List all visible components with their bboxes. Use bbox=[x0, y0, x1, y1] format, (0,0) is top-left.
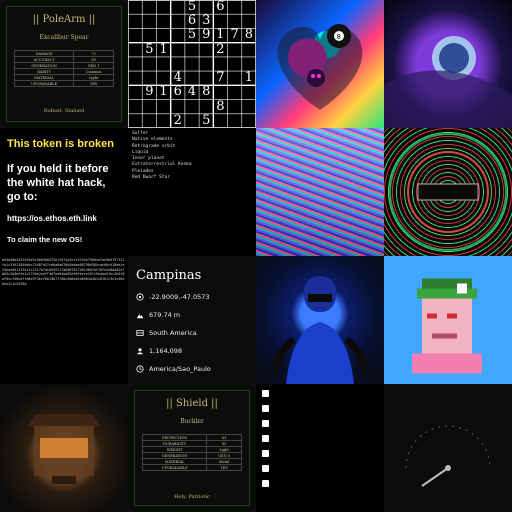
concentric-rings-artwork[interactable] bbox=[384, 128, 512, 256]
sudoku-cell[interactable]: 2 bbox=[171, 113, 185, 128]
hex-blob[interactable]: e64d48d4451616e5c5b69b8475e1fd74d1efc3f3… bbox=[0, 256, 128, 384]
die-icon bbox=[262, 480, 269, 487]
sudoku-cell[interactable]: 1 bbox=[156, 42, 170, 57]
card-subtitle: Buckler bbox=[180, 418, 204, 425]
die-icon bbox=[262, 465, 269, 472]
sudoku-cell[interactable]: 9 bbox=[199, 28, 213, 42]
sudoku-cell[interactable]: 8 bbox=[199, 85, 213, 99]
token-link[interactable]: https://os.ethos.eth.link bbox=[7, 214, 121, 223]
card-footer: Holy, Patriotic bbox=[174, 494, 210, 500]
pixel-avatar-artwork[interactable] bbox=[384, 256, 512, 384]
card-title: || PoleArm || bbox=[32, 14, 96, 25]
elevation-value: 679.74 m bbox=[149, 311, 181, 319]
sudoku-cell[interactable]: 5 bbox=[142, 42, 156, 57]
sudoku-cell[interactable]: 4 bbox=[185, 85, 199, 99]
sudoku-cell[interactable]: 6 bbox=[171, 85, 185, 99]
sudoku-cell[interactable]: 1 bbox=[156, 85, 170, 99]
token-instruction: If you held it before the white hat hack… bbox=[7, 163, 109, 203]
city-name: Campinas bbox=[136, 268, 202, 283]
globe-icon bbox=[136, 330, 144, 336]
stat-value: YES bbox=[73, 80, 114, 87]
card-subtitle: Excalibur Spear bbox=[39, 34, 89, 41]
clock-icon bbox=[136, 365, 144, 373]
timezone-value: America/Sao_Paulo bbox=[149, 365, 211, 373]
sudoku-cell[interactable]: 1 bbox=[213, 28, 227, 42]
sudoku-cell[interactable]: 1 bbox=[242, 70, 256, 85]
abstract-paint-artwork[interactable] bbox=[256, 128, 384, 256]
heart-8ball-artwork[interactable]: 8 bbox=[256, 0, 384, 128]
population-row: 1,164,098 bbox=[136, 347, 248, 355]
gauge-artwork-shapes bbox=[405, 425, 491, 487]
polearm-card[interactable]: || PoleArm || Excalibur Spear DAMAGE 72 A… bbox=[0, 0, 128, 128]
pixel-face bbox=[412, 278, 482, 374]
location-pin-icon bbox=[136, 293, 144, 301]
continent-row: South America bbox=[136, 329, 248, 337]
paint-overlay bbox=[256, 128, 384, 256]
sudoku-cell[interactable]: 8 bbox=[242, 28, 256, 42]
hex-text: e64d48d4451616e5c5b69b8475e1fd74d1efc3f3… bbox=[2, 258, 125, 286]
die-icon bbox=[262, 390, 269, 397]
sudoku-cell[interactable]: 3 bbox=[199, 13, 213, 28]
stat-label: UPGRADABLE bbox=[13, 80, 75, 87]
mountain-icon bbox=[136, 314, 144, 319]
blue-warrior-artwork[interactable] bbox=[256, 256, 384, 384]
token-warning: This token is broken bbox=[7, 138, 114, 150]
sudoku-cell[interactable]: 5 bbox=[185, 0, 199, 14]
coords-value: -22.9009,-47.0573 bbox=[149, 293, 210, 301]
sudoku-cell[interactable]: 2 bbox=[213, 42, 227, 57]
coords-row: -22.9009,-47.0573 bbox=[136, 293, 248, 301]
table-row: UPGRADABLE YES bbox=[13, 80, 114, 87]
broken-token-notice[interactable]: This token is broken If you held it befo… bbox=[0, 128, 128, 256]
nft-gallery-grid: || PoleArm || Excalibur Spear DAMAGE 72 A… bbox=[0, 0, 512, 512]
heart-artwork-shapes: 8 bbox=[277, 24, 363, 110]
sudoku-cell[interactable]: 7 bbox=[228, 28, 242, 42]
svg-text:8: 8 bbox=[337, 33, 341, 41]
card-stats-table: DAMAGE 72 ACCURACY 85 GENERATION GEN 1 RARI… bbox=[13, 50, 114, 87]
stat-label: UPGRADABLE bbox=[141, 464, 208, 471]
trait-list[interactable]: Sulfer Native elements Retrograde orbit … bbox=[128, 128, 256, 256]
sudoku-cell[interactable]: 5 bbox=[199, 113, 213, 128]
sudoku-cell[interactable]: 7 bbox=[213, 70, 227, 85]
warrior-artwork-shapes bbox=[270, 276, 370, 384]
sudoku-cell[interactable]: 6 bbox=[185, 13, 199, 28]
shield-card[interactable]: || Shield || Buckler PROTECTION 63 DURABI… bbox=[128, 384, 256, 512]
izakaya-artwork[interactable] bbox=[0, 384, 128, 512]
planet-artwork-shapes bbox=[384, 36, 512, 128]
card-title: || Shield || bbox=[166, 398, 218, 409]
sudoku-board[interactable]: 56635917851247191648825 bbox=[128, 0, 256, 128]
rings-artwork-shapes bbox=[389, 133, 507, 251]
izakaya-artwork-shapes bbox=[28, 414, 100, 484]
die-icon bbox=[262, 420, 269, 427]
sudoku-cell[interactable]: 8 bbox=[213, 99, 227, 114]
continent-value: South America bbox=[149, 329, 197, 337]
card-footer: Robust, Stained bbox=[43, 108, 85, 114]
sudoku-cell[interactable]: 4 bbox=[171, 70, 185, 85]
die-icon bbox=[262, 405, 269, 412]
die-icon bbox=[262, 435, 269, 442]
city-info-card[interactable]: Campinas -22.9009,-47.0573 679.74 m Sout… bbox=[128, 256, 256, 384]
card-stats-table: PROTECTION 63 DURABILITY 85 WEIGHT Light GE… bbox=[141, 434, 242, 471]
sudoku-cell[interactable]: 9 bbox=[142, 85, 156, 99]
sudoku-cell[interactable]: 6 bbox=[213, 0, 227, 14]
planet-artwork[interactable] bbox=[384, 0, 512, 128]
timezone-row: America/Sao_Paulo bbox=[136, 365, 248, 373]
list-item: Red Dwarf Star bbox=[132, 175, 170, 181]
dice-column[interactable] bbox=[256, 384, 384, 512]
stat-value: YES bbox=[206, 464, 242, 471]
table-row: UPGRADABLE YES bbox=[141, 464, 242, 471]
elevation-row: 679.74 m bbox=[136, 311, 248, 319]
gauge-artwork[interactable] bbox=[384, 384, 512, 512]
die-icon bbox=[262, 450, 269, 457]
population-value: 1,164,098 bbox=[149, 347, 183, 355]
population-icon bbox=[137, 348, 143, 355]
sudoku-cell[interactable]: 5 bbox=[185, 28, 199, 42]
token-claim: To claim the new OS! bbox=[7, 235, 83, 244]
